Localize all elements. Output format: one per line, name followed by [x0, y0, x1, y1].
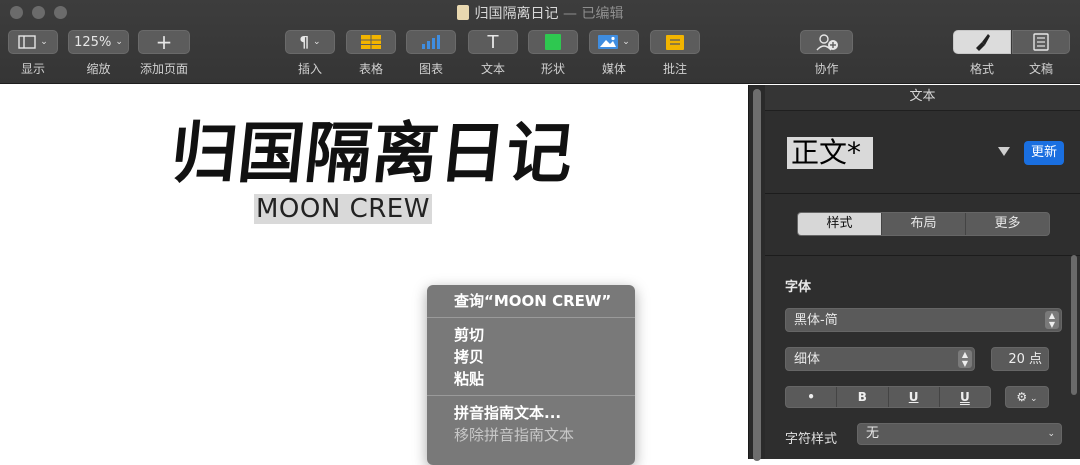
inspector-scrollbar[interactable] [1071, 255, 1077, 395]
photo-icon [598, 35, 619, 49]
divider [765, 193, 1080, 194]
selected-subtitle[interactable]: MOON CREW [254, 194, 432, 224]
format-inspector: 文本 正文* 更新 样式 布局 更多 字体 黑体-简 ▲ ▼ 细体 ▲ ▼ 20 点… [765, 85, 1080, 459]
inspector-header: 文本 [765, 85, 1080, 111]
updown-arrows-icon: ▲ ▼ [958, 350, 972, 368]
window-title: 归国隔离日记 — 已编辑 [0, 3, 1080, 23]
text-format-buttons: • B U U [785, 386, 991, 408]
insert-label: 插入 [297, 62, 322, 76]
char-style-select[interactable]: 无 ⌄ [857, 423, 1062, 445]
insert-button[interactable]: ¶ ⌄ [285, 30, 335, 54]
chart-label: 图表 [418, 62, 443, 76]
zoom-value: 125% [74, 34, 112, 50]
bold-button[interactable]: B [837, 387, 889, 407]
document-icon [1033, 33, 1049, 51]
text-label: 文本 [480, 62, 505, 76]
format-button[interactable] [953, 30, 1011, 54]
collaborate-button[interactable] [800, 30, 853, 54]
chevron-down-icon: ⌄ [1027, 394, 1038, 404]
menu-separator [427, 395, 635, 396]
text-icon: T [487, 31, 499, 53]
menu-item-lookup[interactable]: 查询“MOON CREW” [427, 290, 635, 312]
collaborate-icon [815, 34, 838, 51]
view-button[interactable]: ⌄ [8, 30, 58, 54]
updown-arrows-icon: ▲ ▼ [1045, 311, 1059, 329]
chevron-down-icon: ⌄ [622, 37, 630, 47]
comment-label: 批注 [662, 62, 687, 76]
add-page-button[interactable]: + [138, 30, 190, 54]
menu-separator [427, 317, 635, 318]
format-label: 格式 [969, 62, 994, 76]
document-button[interactable] [1012, 30, 1070, 54]
font-section-title: 字体 [785, 280, 812, 295]
font-size-field[interactable]: 20 点 [991, 347, 1049, 371]
underline-button[interactable]: U [889, 387, 940, 407]
paintbrush-icon [976, 34, 990, 51]
paragraph-style-name[interactable]: 正文* [787, 137, 873, 169]
inspector-tabs: 样式 布局 更多 [797, 212, 1050, 236]
table-button[interactable] [346, 30, 396, 54]
menu-item-paste[interactable]: 粘贴 [427, 368, 635, 390]
toolbar: 归国隔离日记 — 已编辑 ⌄ 显示 125% ⌄ 缩放 + 添加页面 ¶ ⌄ 插入 … [0, 0, 1080, 84]
document-title[interactable]: 归国隔离日记 [167, 100, 579, 196]
update-style-button[interactable]: 更新 [1024, 141, 1064, 165]
menu-item-cut[interactable]: 剪切 [427, 324, 635, 346]
font-weight-value: 细体 [794, 352, 821, 367]
shape-icon [545, 34, 561, 50]
edited-indicator: — 已编辑 [563, 6, 624, 22]
font-weight-select[interactable]: 细体 ▲ ▼ [785, 347, 975, 371]
comment-icon [666, 34, 684, 50]
chevron-down-icon: ⌄ [40, 37, 48, 47]
text-button[interactable]: T [468, 30, 518, 54]
sidebar-icon [18, 35, 36, 49]
add-page-label: 添加页面 [139, 62, 188, 76]
media-label: 媒体 [601, 62, 626, 76]
char-style-value: 无 [866, 426, 880, 441]
menu-item-pinyin[interactable]: 拼音指南文本... [427, 402, 635, 424]
media-button[interactable]: ⌄ [589, 30, 639, 54]
document-icon [456, 5, 469, 20]
divider [765, 255, 1080, 256]
comment-button[interactable] [650, 30, 700, 54]
table-label: 表格 [358, 62, 383, 76]
chevron-down-icon: ⌄ [1047, 429, 1055, 439]
menu-item-remove-pinyin: 移除拼音指南文本 [454, 426, 575, 444]
font-family-select[interactable]: 黑体-简 ▲ ▼ [785, 308, 1062, 332]
menu-item-copy[interactable]: 拷贝 [427, 346, 635, 368]
chart-button[interactable] [406, 30, 456, 54]
tab-layout[interactable]: 布局 [882, 213, 966, 235]
style-dropdown-icon[interactable] [998, 147, 1010, 156]
double-underline-button[interactable]: U [940, 387, 990, 407]
document-label: 文稿 [1028, 62, 1053, 76]
plus-icon: + [155, 30, 173, 54]
chevron-down-icon: ⌄ [115, 37, 123, 47]
window-title-text: 归国隔离日记 [474, 6, 559, 22]
collaborate-label: 协作 [814, 62, 839, 76]
chart-icon [422, 35, 440, 49]
shape-label: 形状 [540, 62, 565, 76]
chevron-down-icon: ⌄ [313, 37, 321, 47]
shape-button[interactable] [528, 30, 578, 54]
char-style-label: 字符样式 [785, 432, 838, 447]
gear-icon: ⚙ [1016, 390, 1028, 404]
paragraph-icon: ¶ [299, 33, 309, 51]
font-family-value: 黑体-简 [794, 313, 838, 328]
bullet-button[interactable]: • [786, 387, 838, 407]
tab-more[interactable]: 更多 [966, 213, 1049, 235]
zoom-label: 缩放 [86, 62, 111, 76]
zoom-select[interactable]: 125% ⌄ [68, 30, 129, 54]
tab-style[interactable]: 样式 [798, 213, 882, 235]
scrollbar-thumb[interactable] [753, 89, 761, 461]
context-menu: 查询“MOON CREW” 剪切 拷贝 粘贴 拼音指南文本... 移除拼音指南文… [427, 285, 635, 465]
view-label: 显示 [20, 62, 45, 76]
canvas-scrollbar[interactable] [748, 85, 765, 461]
text-options-button[interactable]: ⚙ ⌄ [1005, 386, 1049, 408]
table-icon [361, 35, 381, 49]
